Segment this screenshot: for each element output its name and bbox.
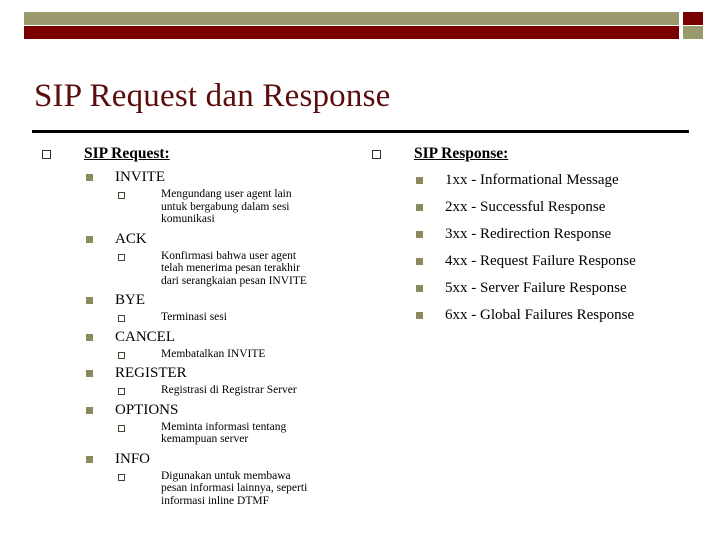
list-item: INFO (40, 449, 370, 469)
hollow-square-bullet-icon (118, 315, 125, 322)
response-class-label: 1xx - Informational Message (445, 172, 619, 188)
hollow-square-bullet-icon (118, 424, 125, 432)
filled-square-bullet-icon (416, 177, 423, 184)
list-item: 3xx - Redirection Response (370, 224, 700, 245)
response-class-label: 4xx - Request Failure Response (445, 253, 636, 269)
filled-square-bullet-icon (416, 204, 423, 211)
hollow-square-bullet-icon (118, 351, 125, 359)
request-method-label: BYE (115, 292, 145, 308)
list-item: 5xx - Server Failure Response (370, 278, 700, 299)
detail-line: Mengundang user agent lain (161, 188, 292, 200)
request-method-label: ACK (115, 230, 147, 247)
hollow-square-bullet-icon (118, 473, 125, 481)
list-item: 6xx - Global Failures Response (370, 305, 700, 326)
sip-response-heading: SIP Response: (414, 145, 509, 162)
sip-request-heading: SIP Request: (84, 145, 170, 162)
hollow-square-bullet-icon (118, 388, 125, 395)
slide-title: SIP Request dan Response (34, 78, 391, 114)
filled-square-bullet-icon (86, 370, 93, 377)
sip-response-heading-row: SIP Response: (370, 144, 700, 164)
response-class-label: 3xx - Redirection Response (445, 226, 612, 242)
detail-line: untuk bergabung dalam sesi (161, 200, 290, 213)
sip-request-column: SIP Request: INVITE Mengundang user agen… (40, 144, 370, 507)
list-item-detail: Konfirmasi bahwa user agent telah meneri… (40, 250, 370, 288)
list-item-detail: Membatalkan INVITE (40, 348, 370, 361)
list-item: BYE (40, 290, 370, 310)
request-method-label: INFO (115, 450, 151, 467)
list-item: ACK (40, 229, 370, 249)
hollow-square-bullet-icon (42, 150, 51, 159)
filled-square-bullet-icon (86, 174, 93, 181)
filled-square-bullet-icon (416, 312, 423, 319)
detail-line: Konfirmasi bahwa user agent (161, 249, 297, 262)
request-method-label: OPTIONS (115, 401, 179, 418)
request-method-label: REGISTER (115, 365, 187, 381)
request-method-label: CANCEL (115, 328, 175, 345)
response-class-label: 6xx - Global Failures Response (445, 307, 635, 323)
detail-line: Membatalkan INVITE (161, 347, 266, 360)
sip-request-heading-row: SIP Request: (40, 144, 370, 164)
list-item: OPTIONS (40, 400, 370, 420)
filled-square-bullet-icon (416, 285, 423, 292)
response-class-label: 5xx - Server Failure Response (445, 280, 627, 296)
header-decoration-row-top (24, 12, 707, 25)
filled-square-bullet-icon (416, 231, 423, 238)
header-square-olive (683, 26, 703, 39)
list-item-detail: Meminta informasi tentang kemampuan serv… (40, 421, 370, 446)
list-item: 4xx - Request Failure Response (370, 251, 700, 272)
filled-square-bullet-icon (86, 235, 93, 243)
header-bar-olive (24, 12, 679, 25)
header-square-dark-red (683, 12, 703, 25)
detail-line: komunikasi (161, 213, 215, 225)
detail-line: kemampuan server (161, 433, 249, 445)
list-item-detail: Mengundang user agent lain untuk bergabu… (40, 188, 370, 226)
list-item: 1xx - Informational Message (370, 170, 700, 191)
title-underline-rule (32, 130, 689, 133)
request-method-label: INVITE (115, 169, 165, 185)
hollow-square-bullet-icon (118, 253, 125, 261)
detail-line: Digunakan untuk membawa (161, 469, 291, 482)
list-item: CANCEL (40, 327, 370, 347)
filled-square-bullet-icon (86, 455, 93, 463)
list-item-detail: Terminasi sesi (40, 311, 370, 324)
header-bar-dark-red (24, 26, 679, 39)
filled-square-bullet-icon (86, 297, 93, 304)
detail-line: pesan informasi lainnya, seperti (161, 482, 308, 494)
list-item: INVITE (40, 167, 370, 187)
list-item-detail: Registrasi di Registrar Server (40, 384, 370, 397)
detail-line: Registrasi di Registrar Server (161, 384, 297, 396)
header-decoration (24, 12, 707, 40)
filled-square-bullet-icon (86, 333, 93, 341)
filled-square-bullet-icon (86, 406, 93, 414)
detail-line: Terminasi sesi (161, 311, 227, 323)
detail-line: telah menerima pesan terakhir (161, 262, 300, 274)
header-decoration-row-bottom (24, 26, 707, 39)
hollow-square-bullet-icon (372, 150, 381, 159)
list-item: REGISTER (40, 363, 370, 383)
list-item: 2xx - Successful Response (370, 197, 700, 218)
detail-line: dari serangkaian pesan INVITE (161, 274, 307, 287)
list-item-detail: Digunakan untuk membawa pesan informasi … (40, 470, 370, 508)
filled-square-bullet-icon (416, 258, 423, 265)
detail-line: informasi inline DTMF (161, 494, 269, 507)
detail-line: Meminta informasi tentang (161, 420, 287, 433)
hollow-square-bullet-icon (118, 192, 125, 199)
sip-response-column: SIP Response: 1xx - Informational Messag… (370, 144, 700, 326)
response-class-label: 2xx - Successful Response (445, 199, 606, 215)
